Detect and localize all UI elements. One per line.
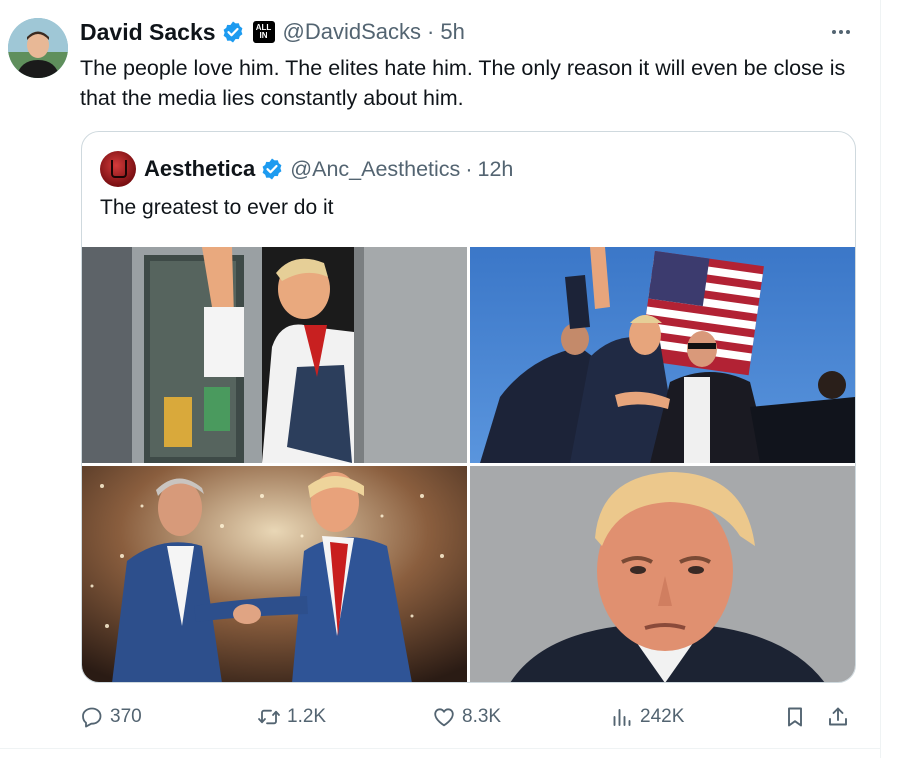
repost-button[interactable]: 1.2K — [257, 700, 326, 734]
tweet[interactable]: David Sacks ALL IN @DavidSacks · 5h The p… — [0, 0, 880, 748]
like-count: 8.3K — [462, 706, 502, 727]
quoted-display-name: Aesthetica — [144, 156, 256, 181]
quoted-tweet-header: Aesthetica @Anc_Aesthetics · 12h — [100, 151, 513, 187]
repost-icon — [258, 709, 280, 725]
quoted-time: 12h — [477, 156, 514, 181]
rally-flag-photo[interactable] — [470, 247, 855, 463]
avatar[interactable] — [8, 18, 68, 78]
quoted-tweet[interactable]: Aesthetica @Anc_Aesthetics · 12h The gre… — [81, 131, 856, 683]
tweet-actions: 370 1.2K 8.3K 242K — [80, 700, 855, 734]
portrait-photo[interactable] — [470, 466, 855, 682]
quoted-separator-dot: · — [465, 156, 473, 181]
handshake-stage-photo[interactable] — [82, 466, 467, 682]
bookmark-button[interactable] — [783, 700, 807, 734]
quoted-text: The greatest to ever do it — [100, 196, 334, 219]
tweet-header: David Sacks ALL IN @DavidSacks · 5h — [80, 15, 465, 49]
bookmark-icon — [788, 707, 802, 727]
like-button[interactable]: 8.3K — [432, 700, 501, 734]
views-chart-icon — [613, 709, 631, 726]
views-count: 242K — [640, 706, 685, 727]
quoted-verified-badge-icon — [260, 157, 284, 181]
display-name[interactable]: David Sacks — [80, 19, 216, 46]
reply-icon — [82, 707, 102, 728]
quoted-handle: @Anc_Aesthetics — [290, 156, 461, 181]
separator-dot: · — [427, 19, 435, 44]
tweet-divider — [0, 748, 880, 749]
more-options-icon[interactable] — [826, 18, 856, 46]
tweet-time[interactable]: 5h — [440, 19, 464, 45]
timeline-right-border — [880, 0, 881, 758]
share-button[interactable] — [826, 700, 850, 734]
views-button[interactable]: 242K — [610, 700, 684, 734]
reply-count: 370 — [110, 706, 142, 727]
tweet-text: The people love him. The elites hate him… — [80, 56, 846, 110]
heart-icon — [434, 708, 454, 727]
author-handle[interactable]: @DavidSacks — [283, 19, 422, 45]
verified-badge-icon[interactable] — [221, 20, 245, 44]
repost-count: 1.2K — [287, 706, 327, 727]
drive-thru-window-photo[interactable] — [82, 247, 467, 463]
media-grid — [82, 247, 855, 682]
affiliate-badge-icon[interactable]: ALL IN — [252, 21, 275, 43]
quoted-avatar — [100, 151, 136, 187]
reply-button[interactable]: 370 — [80, 700, 142, 734]
share-icon — [829, 707, 847, 726]
